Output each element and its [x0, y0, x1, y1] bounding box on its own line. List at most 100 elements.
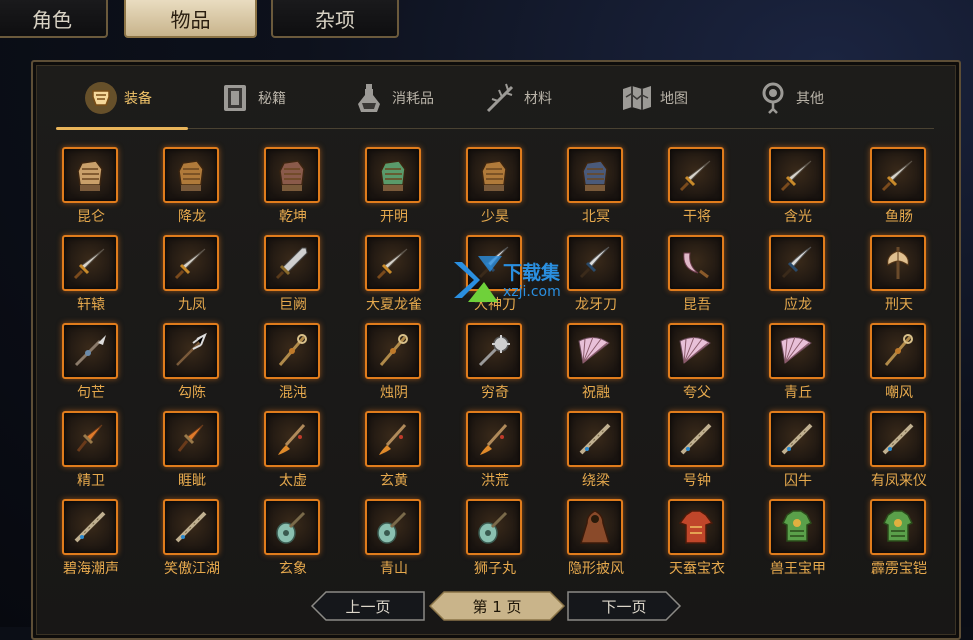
item-name: 青丘 [784, 385, 812, 401]
inventory-item[interactable]: 青山 [350, 495, 440, 583]
item-slot [769, 411, 825, 467]
inventory-item[interactable]: 嘲风 [855, 319, 945, 407]
current-page-label: 第 1 页 [472, 597, 522, 616]
inventory-item[interactable]: 大夏龙雀 [350, 231, 440, 319]
inventory-item[interactable]: 开明 [350, 143, 440, 231]
inventory-item[interactable]: 夸父 [653, 319, 743, 407]
category-consumables[interactable]: 消耗品 [352, 70, 434, 126]
item-name: 干将 [683, 209, 711, 225]
inventory-item[interactable]: 笑傲江湖 [148, 495, 238, 583]
fan-icon [578, 336, 610, 364]
inventory-item[interactable]: 句芒 [47, 319, 137, 407]
prev-page-button[interactable]: 上一页 [310, 590, 426, 622]
item-name: 青山 [380, 561, 408, 577]
tab-label: 物品 [170, 7, 211, 32]
item-name: 轩辕 [77, 297, 105, 313]
inventory-item[interactable]: 昆仑 [47, 143, 137, 231]
inventory-item[interactable]: 祝融 [552, 319, 642, 407]
inventory-item[interactable]: 含光 [754, 143, 844, 231]
sword-icon [881, 160, 913, 192]
item-name: 霹雳宝铠 [871, 561, 927, 577]
item-name: 玄象 [279, 561, 307, 577]
item-name: 精卫 [77, 473, 105, 489]
item-slot [365, 499, 421, 555]
category-equipment[interactable]: 装备 [84, 70, 152, 126]
item-slot [870, 411, 926, 467]
inventory-item[interactable]: 兽王宝甲 [754, 495, 844, 583]
item-name: 开明 [380, 209, 408, 225]
dagger-icon [76, 424, 103, 452]
item-slot [668, 147, 724, 203]
item-slot [769, 323, 825, 379]
inventory-item[interactable]: 狮子丸 [451, 495, 541, 583]
inventory-item[interactable]: 精卫 [47, 407, 137, 495]
item-slot [264, 499, 320, 555]
map-icon [620, 81, 654, 115]
inventory-item[interactable]: 隐形披风 [552, 495, 642, 583]
inventory-item[interactable]: 应龙 [754, 231, 844, 319]
inventory-item[interactable]: 号钟 [653, 407, 743, 495]
tab-misc[interactable]: 杂项 [271, 0, 399, 38]
inventory-item[interactable]: 睚眦 [148, 407, 238, 495]
pipa-icon [377, 511, 407, 544]
halberd-icon [176, 332, 207, 366]
inventory-item[interactable]: 碧海潮声 [47, 495, 137, 583]
pagination: 上一页 第 1 页 下一页 [310, 590, 690, 624]
item-slot [163, 411, 219, 467]
item-name: 穷奇 [481, 385, 509, 401]
inventory-item[interactable]: 降龙 [148, 143, 238, 231]
next-page-button[interactable]: 下一页 [566, 590, 682, 622]
item-slot [365, 411, 421, 467]
item-slot [365, 235, 421, 291]
inventory-item[interactable]: 青丘 [754, 319, 844, 407]
inventory-item[interactable]: 玄象 [249, 495, 339, 583]
item-name: 睚眦 [178, 473, 206, 489]
inventory-item[interactable]: 少昊 [451, 143, 541, 231]
item-slot [567, 499, 623, 555]
book-icon [218, 81, 252, 115]
inventory-item[interactable]: 勾陈 [148, 319, 238, 407]
item-slot [567, 323, 623, 379]
inventory-item[interactable]: 巨阙 [249, 231, 339, 319]
category-maps[interactable]: 地图 [620, 70, 688, 126]
item-name: 囚牛 [784, 473, 812, 489]
inventory-item[interactable]: 混沌 [249, 319, 339, 407]
inventory-item[interactable]: 九凤 [148, 231, 238, 319]
tab-items[interactable]: 物品 [124, 0, 257, 38]
tab-character[interactable]: 角色 [0, 0, 108, 38]
inventory-item[interactable]: 干将 [653, 143, 743, 231]
item-slot [769, 235, 825, 291]
inventory-item[interactable]: 绕梁 [552, 407, 642, 495]
pendant-icon [756, 81, 790, 115]
item-name: 勾陈 [178, 385, 206, 401]
category-others[interactable]: 其他 [756, 70, 824, 126]
inventory-item[interactable]: 洪荒 [451, 407, 541, 495]
category-manuals[interactable]: 秘籍 [218, 70, 286, 126]
inventory-item[interactable]: 囚牛 [754, 407, 844, 495]
item-name: 碧海潮声 [63, 561, 119, 577]
brush-icon [480, 423, 508, 455]
item-grid: 昆仑 降龙 乾坤 开明 少昊 北冥 干将 含光 鱼肠 轩辕 九凤 巨阙 大夏龙雀 大神刀 龙牙刀 昆吾 应龙 刑天… [47, 143, 947, 588]
inventory-item[interactable]: 霹雳宝铠 [855, 495, 945, 583]
inventory-item[interactable]: 玄黄 [350, 407, 440, 495]
inventory-item[interactable]: 轩辕 [47, 231, 137, 319]
item-slot [163, 323, 219, 379]
item-slot [668, 411, 724, 467]
inventory-item[interactable]: 刑天 [855, 231, 945, 319]
gauntlet-icon [582, 160, 608, 191]
inventory-item[interactable]: 穷奇 [451, 319, 541, 407]
gauntlet-icon [380, 160, 406, 191]
inventory-item[interactable]: 昆吾 [653, 231, 743, 319]
item-name: 洪荒 [481, 473, 509, 489]
inventory-item[interactable]: 天蚕宝衣 [653, 495, 743, 583]
item-slot [62, 235, 118, 291]
inventory-item[interactable]: 北冥 [552, 143, 642, 231]
category-materials[interactable]: 材料 [484, 70, 552, 126]
inventory-item[interactable]: 太虚 [249, 407, 339, 495]
item-slot [668, 235, 724, 291]
item-name: 乾坤 [279, 209, 307, 225]
inventory-item[interactable]: 乾坤 [249, 143, 339, 231]
inventory-item[interactable]: 有凤来仪 [855, 407, 945, 495]
inventory-item[interactable]: 烛阴 [350, 319, 440, 407]
inventory-item[interactable]: 鱼肠 [855, 143, 945, 231]
